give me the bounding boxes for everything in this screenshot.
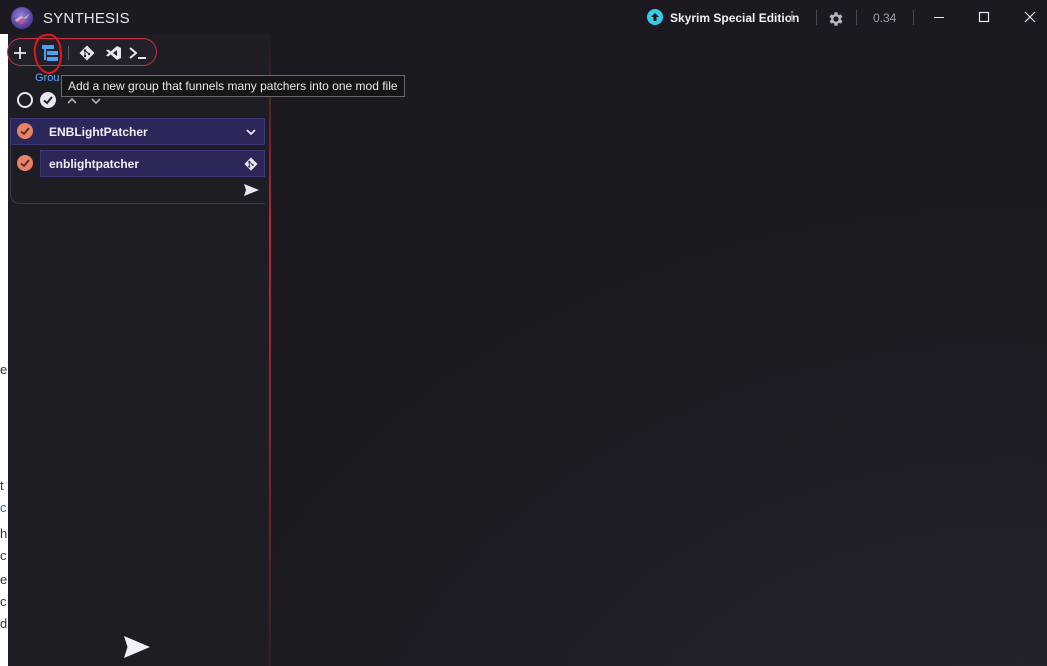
background-text-fragment: e xyxy=(0,572,8,587)
header-separator xyxy=(816,10,817,25)
terminal-icon xyxy=(129,47,146,59)
group-name: ENBLightPatcher xyxy=(49,125,148,139)
game-upload-icon[interactable] xyxy=(647,9,663,25)
patcher-name: enblightpatcher xyxy=(49,157,140,171)
check-icon xyxy=(20,127,30,136)
gear-icon[interactable] xyxy=(827,10,845,28)
run-patchers-send-icon[interactable] xyxy=(123,635,151,659)
patcher-toolbar xyxy=(7,38,157,66)
check-icon xyxy=(43,96,53,105)
group-hint-label: Grou xyxy=(35,72,60,84)
tooltip: Add a new group that funnels many patche… xyxy=(61,75,405,97)
header-separator xyxy=(913,10,914,25)
git-icon xyxy=(244,157,258,171)
background-text-fragment: h xyxy=(0,526,8,541)
app-title: SYNTHESIS xyxy=(43,10,130,27)
toolbar-divider xyxy=(68,46,69,60)
maximize-button[interactable] xyxy=(970,4,998,30)
background-text-fragment: c xyxy=(0,500,7,515)
solution-patcher-button[interactable] xyxy=(102,39,124,67)
minimize-icon xyxy=(934,17,944,18)
git-icon xyxy=(79,45,95,61)
add-icon xyxy=(14,47,26,59)
maximize-icon xyxy=(978,11,990,23)
background-text-fragment: c xyxy=(0,548,7,563)
group-header-row[interactable]: ENBLightPatcher xyxy=(10,118,265,145)
select-all-button[interactable] xyxy=(40,92,56,108)
background-window-sliver: e t c h c e c d xyxy=(0,34,8,666)
cli-patcher-button[interactable] xyxy=(126,39,150,67)
visual-studio-icon xyxy=(105,46,121,60)
main-pane xyxy=(270,34,1047,666)
synthesis-logo-icon xyxy=(11,7,33,29)
header-separator xyxy=(856,10,857,25)
chevron-down-icon[interactable] xyxy=(91,96,101,106)
close-button[interactable] xyxy=(1016,4,1044,30)
check-icon xyxy=(20,159,30,168)
pane-divider[interactable] xyxy=(269,34,271,666)
background-text-fragment: e xyxy=(0,362,8,377)
background-text-fragment: c xyxy=(0,594,7,609)
chevron-up-icon[interactable] xyxy=(67,96,77,106)
game-selector[interactable]: Skyrim Special Edition xyxy=(670,11,799,25)
background-text-fragment: d xyxy=(0,616,8,631)
patcher-enabled-checkbox[interactable] xyxy=(17,155,33,171)
patcher-row[interactable]: enblightpatcher xyxy=(40,150,265,177)
close-icon xyxy=(1024,11,1036,23)
select-none-radio[interactable] xyxy=(17,92,33,108)
background-text-fragment: t xyxy=(0,478,4,493)
send-icon[interactable] xyxy=(243,183,260,197)
info-icon[interactable] xyxy=(788,9,796,23)
minimize-button[interactable] xyxy=(925,4,953,30)
group-enabled-checkbox[interactable] xyxy=(17,123,33,139)
chevron-down-icon[interactable] xyxy=(245,126,257,138)
version-label: 0.34 xyxy=(873,11,897,25)
add-patcher-button[interactable] xyxy=(10,39,30,67)
git-repository-button[interactable] xyxy=(76,39,98,67)
